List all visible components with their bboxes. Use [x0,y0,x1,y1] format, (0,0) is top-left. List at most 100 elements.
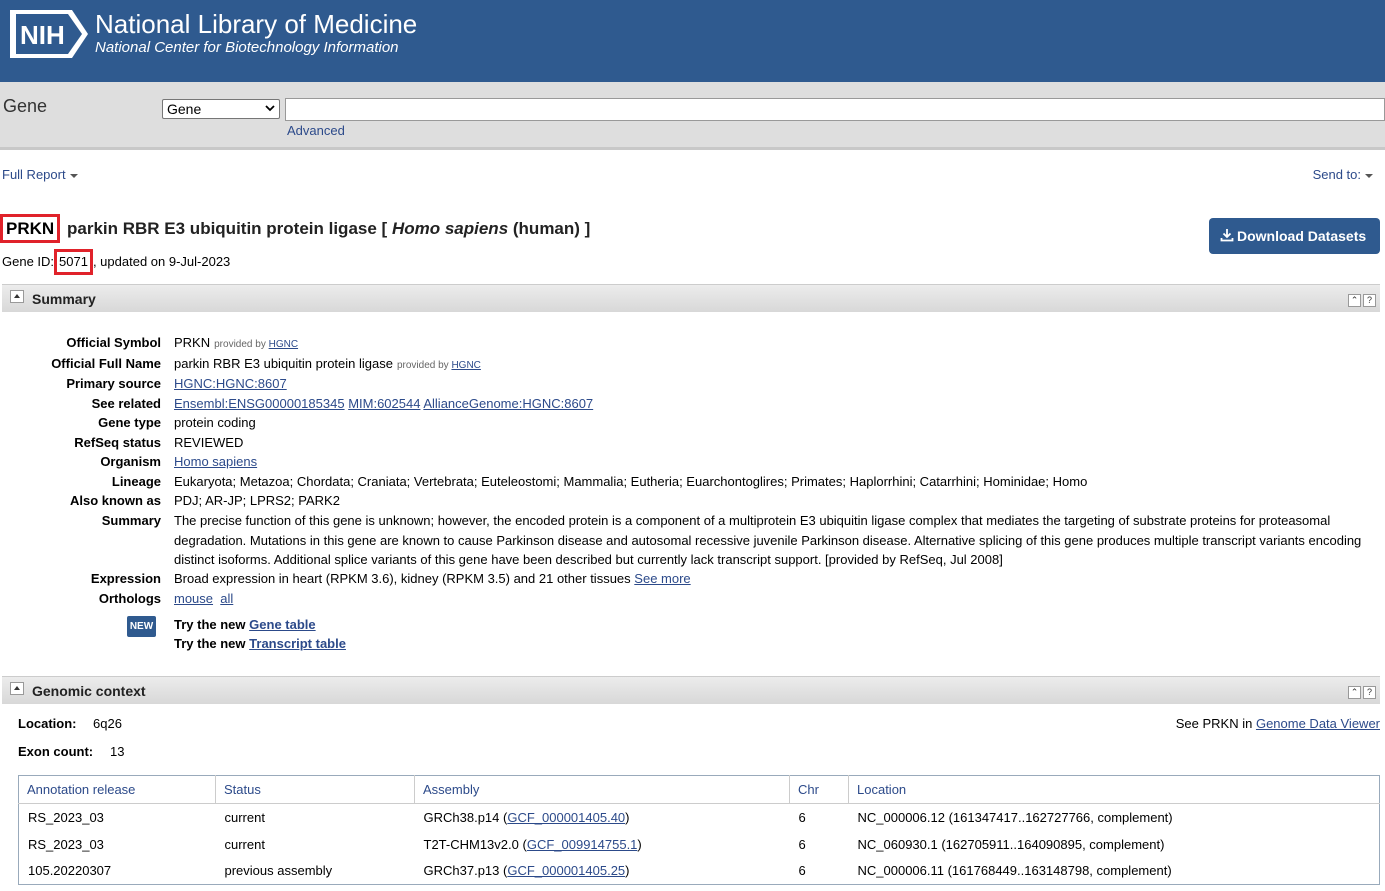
updated-date: , updated on 9-Jul-2023 [92,254,231,269]
gene-type-value: protein coding [174,415,256,430]
provided-by-label: provided by [214,339,266,350]
database-select-value: Gene [167,101,202,117]
bracket-open: [ [381,219,388,238]
advanced-search-link[interactable]: Advanced [287,123,345,138]
collapse-icon[interactable] [10,682,24,695]
column-header-assembly[interactable]: Assembly [414,775,790,804]
column-header-location[interactable]: Location [848,775,1380,804]
summary-label: Summary [101,513,161,528]
official-symbol-label: Official Symbol [66,335,161,350]
organism-link[interactable]: Homo sapiens [174,454,257,469]
refseq-status-value: REVIEWED [174,435,244,450]
orthologs-value: mouse all [174,589,1369,609]
bracket-close: ] [584,219,591,238]
see-prefix: See PRKN in [1175,716,1253,731]
genome-data-viewer-link[interactable]: Genome Data Viewer [1256,716,1380,731]
status-cell: current [224,836,265,852]
exon-count-label: Exon count: [18,744,94,759]
new-badge: NEW [127,616,156,637]
help-icon[interactable]: ? [1363,294,1376,307]
nih-logo[interactable]: NIH [10,10,88,58]
assembly-accession-link[interactable]: GCF_000001405.25 [507,863,625,878]
assembly-cell: GRCh37.p13 (GCF_000001405.25) [423,863,630,879]
also-known-as-value: PDJ; AR-JP; LPRS2; PARK2 [174,493,340,508]
see-more-link[interactable]: See more [634,571,690,586]
expression-text: Broad expression in heart (RPKM 3.6), ki… [174,571,631,586]
database-select[interactable]: Gene [162,99,280,119]
lineage-label: Lineage [111,474,161,489]
column-header-annotation-release[interactable]: Annotation release [18,775,216,804]
primary-source-link[interactable]: HGNC:HGNC:8607 [174,376,287,391]
assembly-name: GRCh38.p14 [423,809,500,825]
summary-text: The precise function of this gene is unk… [174,513,1362,567]
assembly-name: T2T-CHM13v2.0 [423,836,519,852]
see-related-label: See related [91,396,161,411]
gene-id-label: Gene ID: [2,254,55,269]
try-gene-table: Try the new Gene table [174,615,1369,635]
mim-link[interactable]: MIM:602544 [348,396,420,411]
assembly-accession-link[interactable]: GCF_009914755.1 [527,837,638,852]
column-header-status[interactable]: Status [215,775,415,804]
organism-label: Organism [100,454,161,469]
location-cell: NC_060930.1 (162705911..164090895, compl… [857,836,1165,852]
primary-source-label: Primary source [66,376,161,391]
chr-cell: 6 [798,863,806,879]
annotation-release-cell: RS_2023_03 [28,836,104,852]
alliance-genome-link[interactable]: AllianceGenome:HGNC:8607 [423,396,593,411]
status-cell: previous assembly [224,863,333,879]
primary-source-value: HGNC:HGNC:8607 [174,374,1369,394]
header-title[interactable]: National Library of Medicine [95,8,417,40]
chr-cell: 6 [798,836,806,852]
gene-type-label: Gene type [98,415,161,430]
column-header-chr[interactable]: Chr [789,775,849,804]
ortholog-mouse-link[interactable]: mouse [174,591,213,606]
organism-value: Homo sapiens [174,452,1369,472]
genomic-context-title: Genomic context [32,683,146,699]
chr-cell: 6 [798,809,806,825]
gene-id-line: Gene ID: 5071, updated on 9-Jul-2023 [2,249,230,275]
see-related-value: Ensembl:ENSG00000185345 MIM:602544 Allia… [174,394,1369,414]
gene-full-title: parkin RBR E3 ubiquitin protein ligase [… [67,218,590,240]
genomic-context-section-header[interactable]: Genomic context ⌃? [2,676,1380,704]
gene-symbol: PRKN [0,214,61,243]
table-header-row: Annotation release Status Assembly Chr L… [18,775,1380,804]
assembly-accession-link[interactable]: GCF_000001405.40 [507,810,625,825]
collapse-icon[interactable] [10,290,24,303]
location-cell: NC_000006.12 (161347417..162727766, comp… [857,809,1173,825]
official-full-name-value: parkin RBR E3 ubiquitin protein ligase pr… [174,354,1369,376]
summary-section-header[interactable]: Summary ⌃? [2,284,1380,312]
database-label: Gene [3,96,48,116]
provenance: provided by HGNC [397,360,481,371]
ortholog-all-link[interactable]: all [220,591,233,606]
full-report-menu[interactable]: Full Report [2,167,78,182]
provenance: provided by HGNC [214,339,298,350]
search-bar: Gene Gene Advanced [0,82,1385,150]
official-symbol-value: PRKN provided by HGNC [174,333,1369,355]
site-header: NIH National Library of Medicine Nationa… [0,0,1385,82]
hgnc-link[interactable]: HGNC [269,339,298,350]
exon-count-value: 13 [110,744,125,759]
orthologs-label: Orthologs [98,591,161,606]
download-datasets-label: Download Datasets [1237,228,1367,244]
download-icon [1220,229,1234,242]
download-datasets-button[interactable]: Download Datasets [1209,218,1380,254]
lineage-value: Eukaryota; Metazoa; Chordata; Craniata; … [174,474,1088,489]
gene-name: parkin RBR E3 ubiquitin protein ligase [67,219,377,238]
location-cell: NC_000006.11 (161768449..163148798, comp… [857,863,1172,879]
hgnc-link[interactable]: HGNC [451,360,480,371]
ensembl-link[interactable]: Ensembl:ENSG00000185345 [174,396,345,411]
gene-table-link[interactable]: Gene table [249,617,315,632]
section-tools: ⌃? [1346,291,1376,307]
status-cell: current [224,809,265,825]
table-row: RS_2023_03 current GRCh38.p14 (GCF_00000… [19,804,1380,831]
annotation-release-cell: RS_2023_03 [28,809,104,825]
transcript-table-link[interactable]: Transcript table [249,636,346,651]
official-full-name: parkin RBR E3 ubiquitin protein ligase [174,356,393,371]
help-icon[interactable]: ? [1363,686,1376,699]
top-icon[interactable]: ⌃ [1348,686,1361,699]
top-icon[interactable]: ⌃ [1348,294,1361,307]
search-input[interactable] [285,98,1385,121]
send-to-menu[interactable]: Send to: [1313,167,1373,182]
annotation-release-cell: 105.20220307 [28,863,112,879]
assembly-name: GRCh37.p13 [423,863,500,879]
